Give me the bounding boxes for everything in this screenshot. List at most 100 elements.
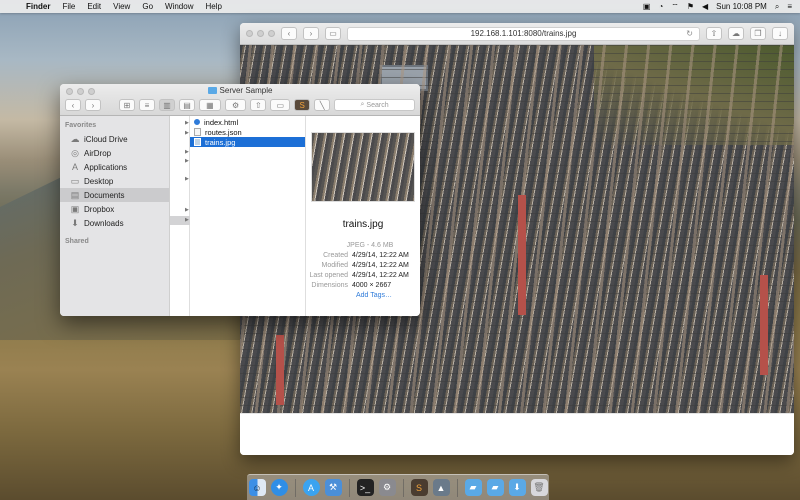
safari-icon[interactable]: ✦ [270,479,288,496]
sidebar-heading-favorites: Favorites [65,122,97,129]
display-icon[interactable]: ▣ [643,2,651,11]
applications-folder-icon[interactable]: ▰ [464,479,482,496]
sidebar-item-dropbox[interactable]: ▣ Dropbox [60,202,169,216]
menu-window[interactable]: Window [159,2,199,11]
sublime-icon: S [299,100,305,110]
tool-button[interactable]: ╲ [314,99,331,111]
disclosure-arrow-icon[interactable]: ▶ [185,158,189,164]
system-preferences-icon[interactable]: ⚙ [378,479,396,496]
share-button[interactable]: ⇧ [706,27,722,40]
menu-app-name[interactable]: Finder [20,2,56,11]
sidebar-item-airdrop[interactable]: ◎ AirDrop [60,146,169,160]
app-store-icon[interactable]: A [302,479,320,496]
tabs-button[interactable]: ❐ [750,27,766,40]
share-button[interactable]: ⇧ [250,99,267,111]
finder-toolbar: ‹ › ⊞ ≡ ▥ ▤ ▦ ⚙ ⇧ ▭ S ╲ ⌕ Search [65,98,415,112]
json-file-icon [194,128,201,136]
status-area: ▣ ◔ ⌔ ⚑ ◀ Sun 10:08 PM ⌕ ≡ [643,2,800,12]
image-file-icon [194,138,201,146]
page-blank-area [240,413,794,455]
cloud-icon: ☁ [70,133,80,144]
close-button[interactable] [246,30,253,37]
html-file-icon [194,119,200,125]
zoom-button[interactable] [268,30,275,37]
wifi-icon[interactable]: ⌔ [671,2,679,12]
back-button[interactable]: ‹ [281,27,297,40]
finder-sidebar: Favorites ☁ iCloud Drive ◎ AirDrop A Applic… [60,116,170,316]
finder-icon[interactable]: ☺ [248,479,266,496]
menu-file[interactable]: File [56,2,81,11]
list-item-selected[interactable]: trains.jpg [190,137,305,147]
sidebar-item-downloads[interactable]: ⬇ Downloads [60,216,169,230]
view-coverflow-button[interactable]: ▤ [179,99,195,111]
sidebar-button[interactable]: ▭ [325,27,341,40]
menu-go[interactable]: Go [136,2,159,11]
file-name: trains.jpg [205,137,236,147]
disclosure-arrow-icon[interactable]: ▶ [185,130,189,136]
flag-icon[interactable]: ⚑ [687,2,694,11]
disclosure-arrow-icon[interactable]: ▶ [185,176,189,182]
list-item[interactable]: routes.json [190,127,305,137]
sublime-text-icon[interactable]: S [410,479,428,496]
menu-edit[interactable]: Edit [81,2,107,11]
sidebar-item-documents[interactable]: ▤ Documents [60,188,169,202]
timemachine-icon[interactable]: ◔ [658,2,663,11]
menu-view[interactable]: View [107,2,136,11]
meta-key: Dimensions [311,282,348,289]
action-button[interactable]: ⚙ [224,99,247,111]
spotlight-icon[interactable]: ⌕ [775,2,779,12]
sidebar-item-applications[interactable]: A Applications [60,160,169,174]
tabs-icon: ❐ [754,29,762,38]
image-red-cars [276,335,284,405]
desktop-icon: ▭ [70,175,80,186]
view-columns-button[interactable]: ▥ [159,99,175,111]
menu-help[interactable]: Help [199,2,227,11]
downloads-folder-icon[interactable]: ⬇ [508,479,526,496]
dock-separator [456,478,458,497]
terminal-icon[interactable]: >_ [356,479,374,496]
preview-filename: trains.jpg [342,219,384,230]
search-input[interactable]: ⌕ Search [334,99,415,111]
back-button[interactable]: ‹ [65,99,81,111]
tags-button[interactable]: ▭ [270,99,291,111]
window-title-text: Server Sample [219,86,273,95]
icloud-tabs-button[interactable]: ☁ [728,27,744,40]
preview-metadata: JPEG - 4.6 MB Created 4/29/14, 12:22 AM M… [306,242,420,301]
disclosure-arrow-icon[interactable]: ▶ [185,207,189,213]
forward-button[interactable]: › [85,99,101,111]
view-icons-button[interactable]: ⊞ [119,99,135,111]
menubar-clock[interactable]: Sun 10:08 PM [716,2,767,11]
downloads-button[interactable]: ↓ [772,27,788,40]
documents-folder-icon[interactable]: ▰ [486,479,504,496]
sidebar-item-label: Dropbox [84,204,115,214]
downloads-icon: ⬇ [71,217,79,228]
sidebar-item-desktop[interactable]: ▭ Desktop [60,174,169,188]
disclosure-arrow-icon[interactable]: ▶ [185,120,189,126]
meta-key: Created [323,252,348,259]
meta-value: 4/29/14, 12:22 AM [352,262,409,269]
xcode-icon[interactable]: ⚒ [324,479,342,496]
menu-bar: Finder File Edit View Go Window Help ▣ ◔… [0,0,800,13]
address-bar[interactable]: 192.168.1.101:8080/trains.jpg ↻ [347,26,700,41]
volume-icon[interactable]: ◀ [702,2,708,11]
arrange-button[interactable]: ▦ [199,99,221,111]
trash-icon[interactable]: 🗑 [530,479,548,496]
disclosure-arrow-icon[interactable]: ▶ [185,149,189,155]
chevron-left-icon: ‹ [71,100,75,110]
sidebar-item-icloud-drive[interactable]: ☁ iCloud Drive [60,132,169,146]
minimize-button[interactable] [257,30,264,37]
list-item[interactable]: index.html [190,117,305,127]
disclosure-arrow-icon[interactable]: ▶ [185,217,189,223]
meta-row-dimensions: Dimensions 4000 × 2667 [306,281,420,291]
meta-key: Last opened [309,272,348,279]
add-tags-link[interactable]: Add Tags… [306,291,420,301]
documents-icon: ▤ [70,189,80,200]
view-list-button[interactable]: ≡ [139,99,155,111]
rocket-app-icon[interactable]: ▲ [432,479,450,496]
sidebar-item-label: Documents [84,190,125,200]
sublime-button[interactable]: S [294,99,311,111]
reload-icon[interactable]: ↻ [686,29,693,38]
forward-button[interactable]: › [303,27,319,40]
notification-icon[interactable]: ≡ [787,2,792,11]
download-icon: ↓ [778,29,782,38]
